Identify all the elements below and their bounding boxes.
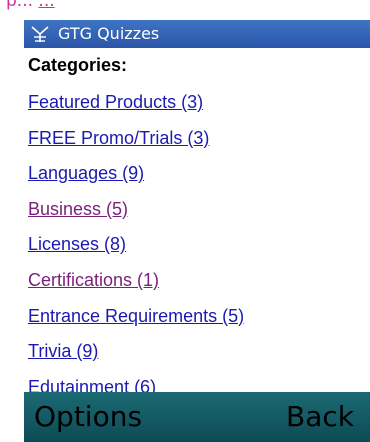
categories-heading: Categories: [28, 55, 128, 75]
antenna-icon [31, 26, 49, 42]
cropped-header-text: p... ... [0, 0, 370, 22]
category-link[interactable]: Languages (9) [28, 163, 144, 184]
app-title: GTG Quizzes [58, 24, 160, 43]
cropped-header-link[interactable]: ... [38, 0, 54, 11]
back-softkey[interactable]: Back [286, 398, 354, 436]
phone-screen: GTG Quizzes Categories: Featured Product… [24, 20, 370, 442]
cropped-header-prefix: p... [6, 0, 34, 11]
category-link[interactable]: Business (5) [28, 199, 128, 220]
page: p... ... GTG Quizzes Categories: Feature… [0, 0, 370, 442]
app-titlebar: GTG Quizzes [24, 20, 370, 48]
page-left-margin [0, 20, 22, 442]
scrollbar[interactable] [366, 50, 370, 390]
category-link[interactable]: Entrance Requirements (5) [28, 306, 244, 327]
category-link[interactable]: Trivia (9) [28, 341, 98, 362]
category-link[interactable]: FREE Promo/Trials (3) [28, 128, 209, 149]
category-link[interactable]: Licenses (8) [28, 234, 126, 255]
cropped-header-line: p... ... [6, 0, 55, 11]
category-link[interactable]: Certifications (1) [28, 270, 159, 291]
options-softkey[interactable]: Options [34, 398, 142, 436]
category-link[interactable]: Featured Products (3) [28, 92, 203, 113]
softkey-bar: Options Back [24, 392, 370, 442]
